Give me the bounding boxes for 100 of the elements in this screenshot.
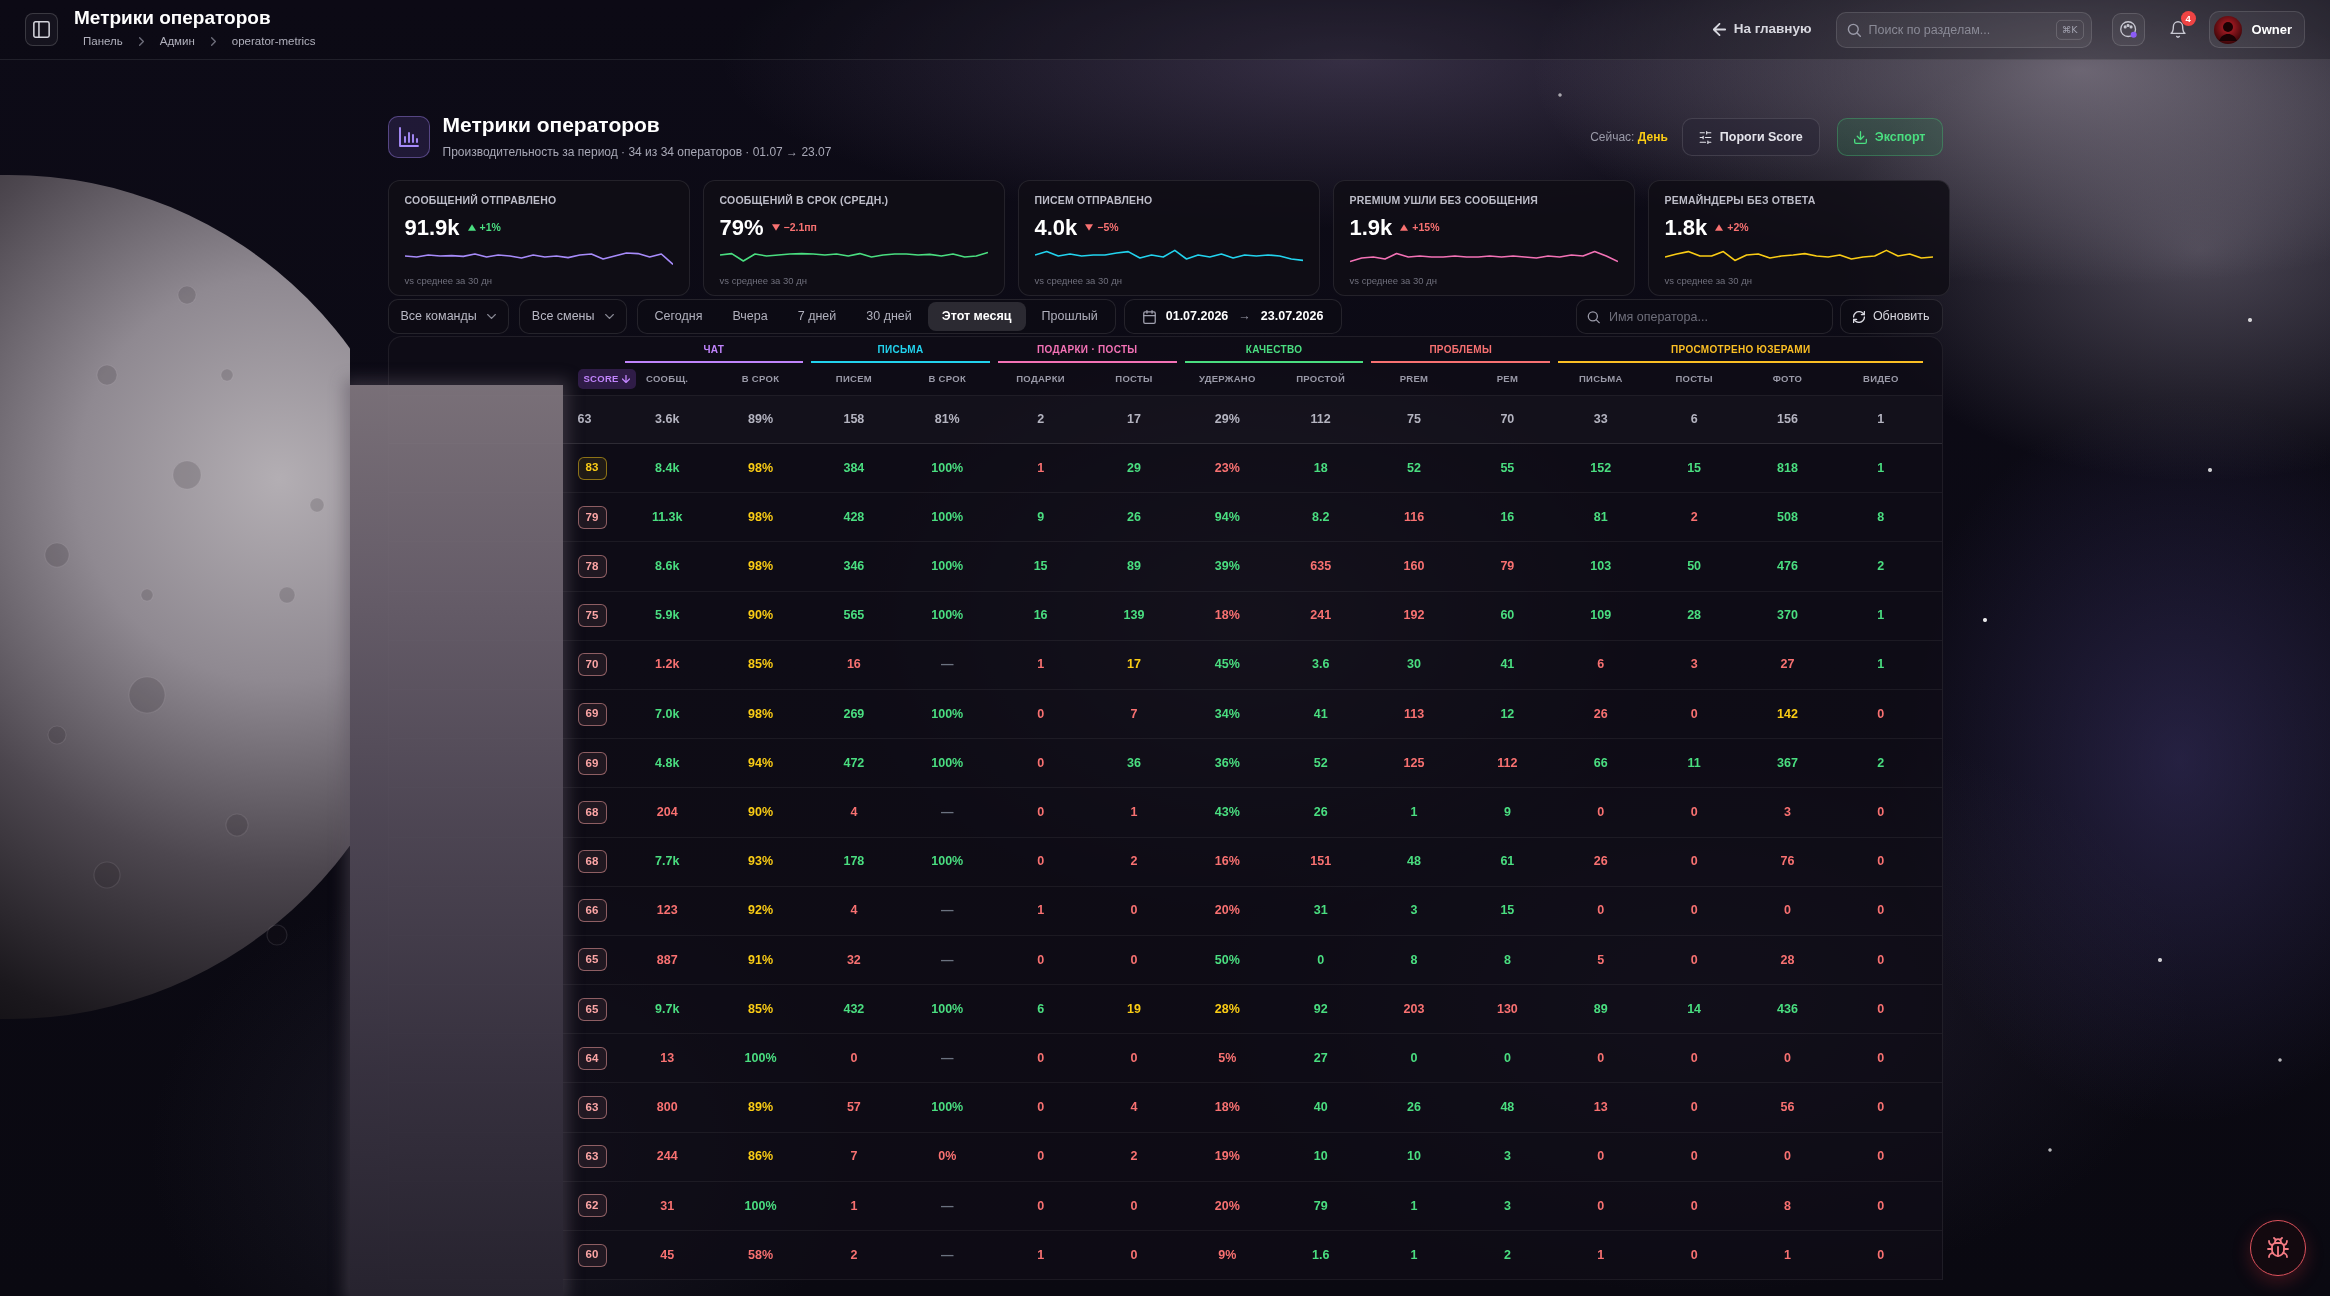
- refresh-button[interactable]: Обновить: [1839, 299, 1943, 334]
- kpi-label: ПИСЕМ ОТПРАВЛЕНО: [1034, 194, 1154, 207]
- summary-value: 158: [842, 411, 866, 429]
- breadcrumb-link[interactable]: Админ: [159, 33, 195, 51]
- date-range-picker[interactable]: 01.07.2026 → 23.07.2026: [1123, 299, 1343, 334]
- summary-value: 6: [1689, 411, 1699, 429]
- bug-report-button[interactable]: [2250, 1220, 2306, 1276]
- metric-value: 15: [1033, 558, 1048, 576]
- column-header[interactable]: В СРОК: [928, 371, 966, 387]
- column-header[interactable]: РЕМ: [1496, 371, 1519, 387]
- kpi-delta: +1%: [479, 221, 501, 234]
- metric-value: 436: [1777, 1000, 1798, 1018]
- user-menu-button[interactable]: Owner: [2208, 11, 2305, 48]
- period-tab[interactable]: 30 дней: [852, 302, 926, 331]
- metric-value: 204: [656, 804, 678, 822]
- metric-value: 10: [1313, 1148, 1328, 1166]
- metric-value: 887: [656, 951, 678, 969]
- period-tab[interactable]: Прошлый: [1027, 302, 1112, 331]
- metric-value: 31: [660, 1197, 675, 1215]
- metric-value: 0: [1037, 705, 1045, 723]
- dropdown-button[interactable]: Все команды: [387, 299, 509, 334]
- metric-value: —: [941, 902, 954, 920]
- metric-value: 0: [1597, 1148, 1605, 1166]
- operator-search-field[interactable]: Имя оператора...: [1575, 299, 1833, 334]
- metric-value: 0: [1877, 1246, 1885, 1264]
- period-tab[interactable]: Вчера: [718, 302, 782, 331]
- metric-value: 130: [1496, 1000, 1518, 1018]
- metric-value: 0: [1877, 902, 1885, 920]
- score-badge: 83: [577, 456, 607, 480]
- metric-value: 0: [1690, 902, 1698, 920]
- column-header[interactable]: ПРОСТОЙ: [1296, 371, 1346, 387]
- metric-value: 0: [1690, 853, 1698, 871]
- kpi-delta: +15%: [1412, 221, 1440, 234]
- metric-value: 0: [1037, 804, 1045, 822]
- metric-value: 1: [1410, 804, 1418, 822]
- metric-value: 0: [1877, 1000, 1885, 1018]
- metric-value: 79: [1313, 1197, 1328, 1215]
- theme-button[interactable]: [2111, 13, 2145, 46]
- metric-value: 10: [1407, 1148, 1421, 1166]
- column-header[interactable]: PREM: [1399, 371, 1429, 387]
- metric-value: 1: [1037, 1246, 1045, 1264]
- kpi-label: СООБЩЕНИЙ ОТПРАВЛЕНО: [404, 194, 558, 207]
- metric-value: 0: [1877, 1148, 1885, 1166]
- metric-value: 4: [1130, 1099, 1138, 1117]
- metric-value: 116: [1403, 508, 1425, 526]
- metric-value: 8.4k: [655, 459, 680, 477]
- metric-value: 0: [1690, 951, 1698, 969]
- column-header[interactable]: ПОСТЫ: [1115, 371, 1153, 387]
- score-thresholds-button[interactable]: Пороги Score: [1681, 118, 1820, 156]
- metric-value: 90%: [748, 607, 774, 625]
- page-heading: Метрики операторов: [442, 113, 661, 137]
- metric-value: 112: [1497, 754, 1518, 772]
- summary-value: 1: [1876, 411, 1886, 429]
- column-header[interactable]: ПОДАРКИ: [1016, 371, 1065, 387]
- metric-value: 1: [1410, 1246, 1418, 1264]
- column-header[interactable]: ВИДЕО: [1863, 371, 1899, 387]
- metric-value: 152: [1590, 459, 1612, 477]
- column-header[interactable]: ПИСЕМ: [835, 371, 872, 387]
- metric-value: 4: [850, 902, 858, 920]
- column-header[interactable]: ФОТО: [1772, 371, 1803, 387]
- metric-value: 2: [1877, 558, 1885, 576]
- metric-value: 5%: [1218, 1049, 1237, 1067]
- metric-value: 98%: [748, 508, 774, 526]
- metric-value: 1: [1037, 656, 1045, 674]
- metric-value: 0: [1690, 1197, 1698, 1215]
- metric-value: 8.6k: [655, 558, 680, 576]
- metric-value: 31: [1313, 902, 1328, 920]
- metric-value: 61: [1500, 853, 1515, 871]
- metric-value: 0: [1130, 951, 1138, 969]
- column-header[interactable]: УДЕРЖАНО: [1198, 371, 1256, 387]
- column-header[interactable]: ПИСЬМА: [1578, 371, 1623, 387]
- metric-value: 98%: [748, 558, 774, 576]
- metric-value: —: [941, 1197, 954, 1215]
- column-header[interactable]: В СРОК: [741, 371, 780, 387]
- dropdown-button[interactable]: Все смены: [518, 299, 627, 334]
- period-tab[interactable]: Сегодня: [640, 302, 717, 331]
- metric-value: 192: [1403, 607, 1425, 625]
- summary-value: 63: [576, 411, 593, 429]
- column-header[interactable]: SCORE: [577, 368, 636, 390]
- metric-value: 91%: [748, 951, 774, 969]
- score-badge: 70: [577, 653, 607, 677]
- breadcrumb-link[interactable]: Панель: [83, 33, 123, 51]
- metric-value: 27: [1313, 1049, 1328, 1067]
- breadcrumb-link[interactable]: operator-metrics: [231, 33, 316, 51]
- notifications-button[interactable]: 4: [2162, 13, 2193, 46]
- metric-value: 3: [1503, 1197, 1511, 1215]
- period-tab[interactable]: 7 дней: [783, 302, 851, 331]
- metric-value: 60: [1500, 607, 1515, 625]
- export-button[interactable]: Экспорт: [1836, 118, 1943, 156]
- metric-value: 100%: [744, 1049, 777, 1067]
- home-link[interactable]: На главную: [1710, 15, 1814, 44]
- metric-value: 1.2k: [655, 656, 680, 674]
- sidebar-toggle-button[interactable]: [25, 13, 58, 46]
- metric-value: 0: [1784, 902, 1791, 920]
- column-header[interactable]: ПОСТЫ: [1675, 371, 1713, 387]
- period-tab[interactable]: Этот месяц: [927, 302, 1026, 331]
- column-header[interactable]: СООБЩ.: [646, 371, 689, 387]
- kpi-value: 1.9k: [1349, 216, 1393, 239]
- metric-value: 1.6: [1311, 1246, 1330, 1264]
- metric-value: 19%: [1214, 1148, 1240, 1166]
